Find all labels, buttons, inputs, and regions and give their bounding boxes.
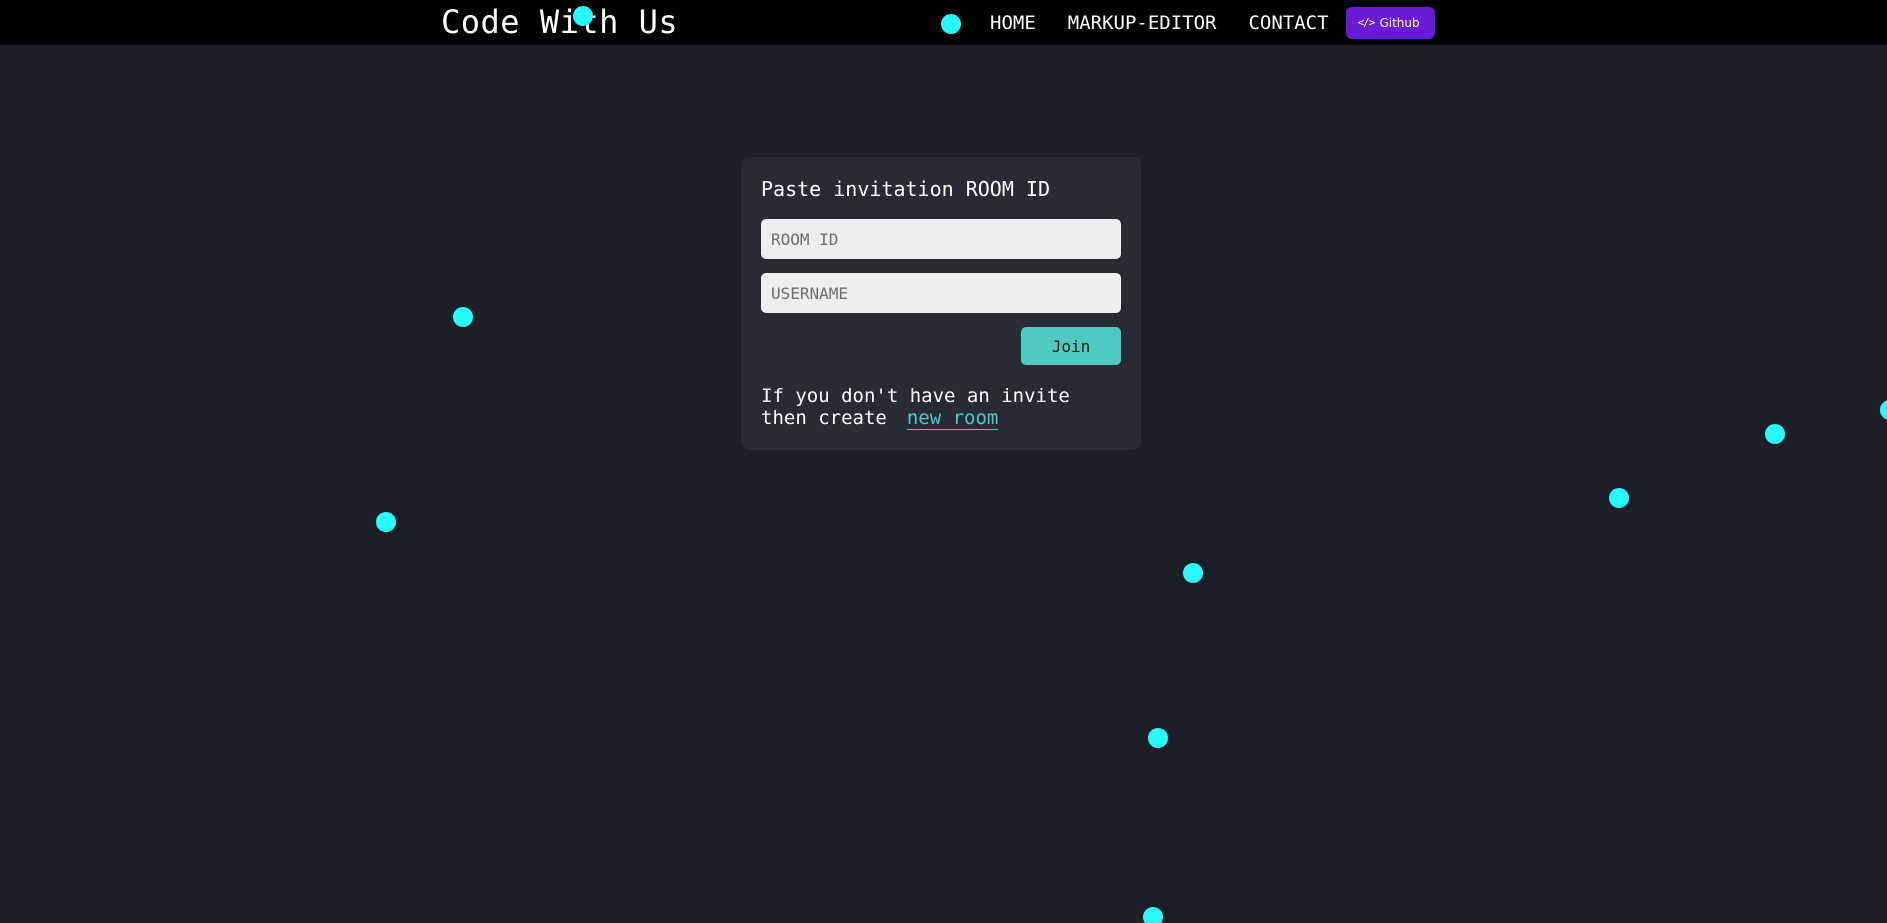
github-button[interactable]: </> Github bbox=[1345, 6, 1435, 39]
username-input[interactable] bbox=[761, 273, 1121, 313]
particle-dot bbox=[453, 307, 473, 327]
new-room-link[interactable]: new room bbox=[906, 407, 999, 430]
particle-dot bbox=[941, 14, 961, 34]
nav-link-home[interactable]: HOME bbox=[990, 12, 1036, 34]
join-room-card: Paste invitation ROOM ID Join If you don… bbox=[741, 157, 1141, 450]
nav-links: HOME MARKUP-EDITOR CONTACT </> Github bbox=[990, 0, 1435, 45]
join-button[interactable]: Join bbox=[1021, 327, 1121, 365]
code-icon: </> bbox=[1357, 16, 1376, 29]
particle-dot bbox=[1880, 400, 1887, 420]
particle-dot bbox=[1183, 563, 1203, 583]
nav-link-markup-editor[interactable]: MARKUP-EDITOR bbox=[1068, 12, 1217, 34]
create-room-info: If you don't have an invite then create n… bbox=[761, 385, 1121, 430]
particle-dot bbox=[1765, 424, 1785, 444]
particle-dot bbox=[1148, 728, 1168, 748]
particle-dot bbox=[376, 512, 396, 532]
particle-dot bbox=[573, 6, 593, 26]
brand-logo[interactable]: Code With Us bbox=[441, 2, 678, 42]
particle-dot bbox=[1143, 907, 1163, 923]
nav-link-contact[interactable]: CONTACT bbox=[1248, 12, 1328, 34]
page: Code With Us HOME MARKUP-EDITOR CONTACT … bbox=[0, 0, 1887, 923]
card-title: Paste invitation ROOM ID bbox=[761, 177, 1050, 201]
particle-dot bbox=[1609, 488, 1629, 508]
github-button-label: Github bbox=[1379, 15, 1420, 30]
room-id-input[interactable] bbox=[761, 219, 1121, 259]
